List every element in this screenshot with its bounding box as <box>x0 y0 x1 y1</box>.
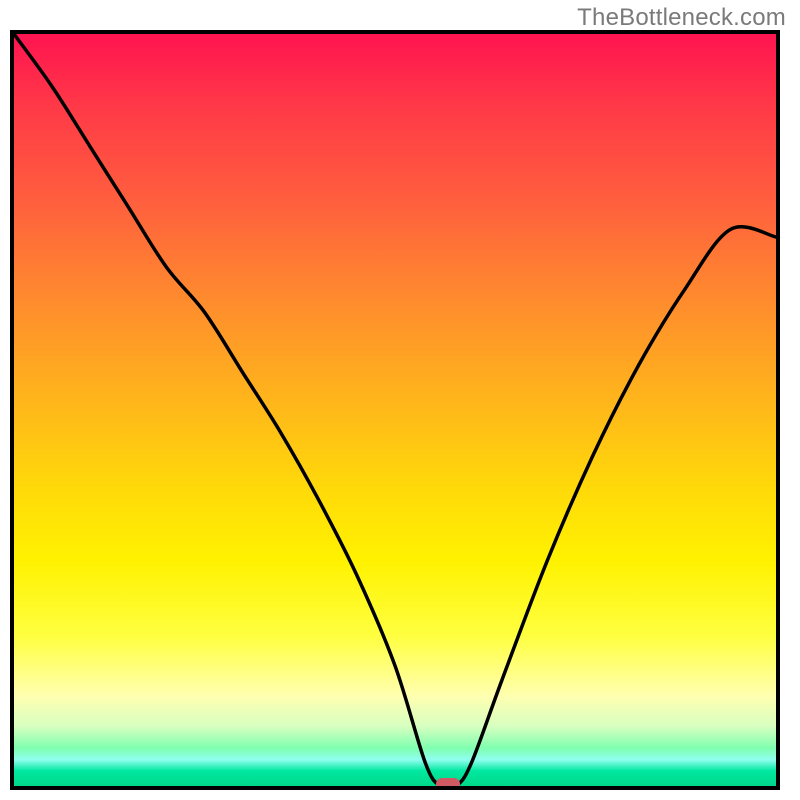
optimum-marker <box>436 778 460 790</box>
chart-frame <box>10 30 780 790</box>
gradient-background <box>14 34 776 786</box>
attribution-text: TheBottleneck.com <box>577 4 786 32</box>
